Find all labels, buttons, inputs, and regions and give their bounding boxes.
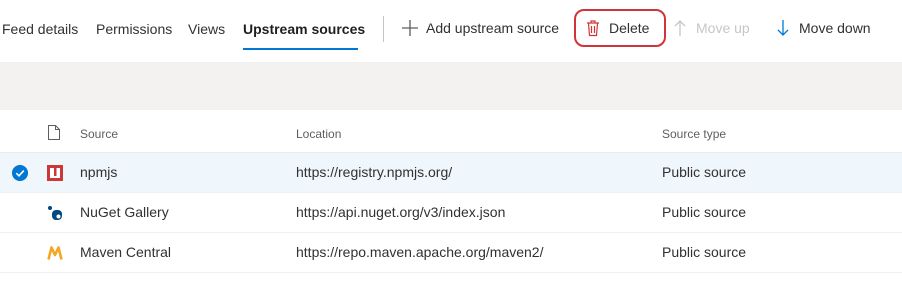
- tab-views[interactable]: Views: [188, 21, 225, 37]
- trash-icon: [587, 20, 599, 37]
- table-row[interactable]: NuGet Gallery https://api.nuget.org/v3/i…: [0, 193, 902, 233]
- maven-icon: [47, 246, 63, 260]
- nuget-icon: [48, 206, 62, 220]
- source-location: https://api.nuget.org/v3/index.json: [296, 204, 506, 220]
- source-name: Maven Central: [80, 244, 172, 260]
- plus-icon: [402, 20, 418, 36]
- source-location: https://repo.maven.apache.org/maven2/: [296, 244, 544, 260]
- file-type-icon: [48, 125, 60, 140]
- source-type: Public source: [662, 204, 747, 220]
- add-upstream-source-label: Add upstream source: [426, 20, 560, 36]
- column-header-location[interactable]: Location: [296, 127, 341, 141]
- move-down-button[interactable]: Move down: [775, 19, 871, 37]
- source-name: npmjs: [80, 164, 118, 180]
- tab-feed-details[interactable]: Feed details: [2, 21, 78, 37]
- source-name: NuGet Gallery: [80, 204, 169, 220]
- npm-icon: [47, 165, 63, 181]
- active-tab-indicator: [243, 48, 358, 50]
- column-header-source[interactable]: Source: [80, 127, 118, 141]
- table-row[interactable]: npmjs https://registry.npmjs.org/ Public…: [0, 153, 902, 193]
- source-location: https://registry.npmjs.org/: [296, 164, 453, 180]
- arrow-up-icon: [674, 20, 686, 36]
- table-header: Source Location Source type: [0, 113, 902, 153]
- arrow-down-icon: [777, 20, 789, 36]
- toolbar-divider: [383, 16, 384, 42]
- column-header-source-type[interactable]: Source type: [662, 127, 726, 141]
- move-down-label: Move down: [799, 20, 871, 36]
- tab-permissions[interactable]: Permissions: [96, 21, 172, 37]
- table-row[interactable]: Maven Central https://repo.maven.apache.…: [0, 233, 902, 273]
- delete-button[interactable]: Delete: [585, 19, 649, 37]
- move-up-label: Move up: [696, 20, 750, 36]
- feed-settings-toolbar: Feed details Permissions Views Upstream …: [0, 0, 902, 58]
- upstream-sources-table: Source Location Source type npmjs https:…: [0, 113, 902, 273]
- source-type: Public source: [662, 244, 747, 260]
- source-type: Public source: [662, 164, 747, 180]
- filter-bar-placeholder: [0, 62, 902, 110]
- add-upstream-source-button[interactable]: Add upstream source: [402, 19, 559, 37]
- tab-upstream-sources[interactable]: Upstream sources: [243, 21, 365, 37]
- selected-check-icon[interactable]: [12, 165, 28, 181]
- move-up-button[interactable]: Move up: [672, 19, 750, 37]
- delete-label: Delete: [609, 20, 650, 36]
